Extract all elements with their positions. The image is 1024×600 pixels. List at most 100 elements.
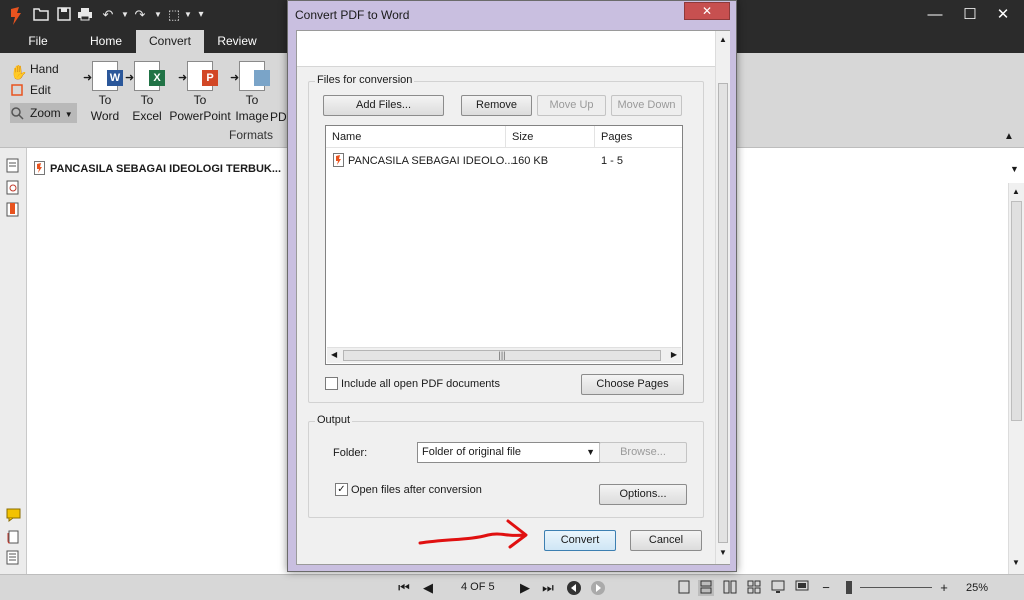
dialog-close-button[interactable]: ✕ xyxy=(684,2,730,20)
previous-view-icon[interactable] xyxy=(566,580,582,596)
hand-tool-button[interactable]: ✋ Hand xyxy=(10,59,59,80)
edit-icon xyxy=(10,83,26,99)
single-page-icon[interactable] xyxy=(676,580,692,596)
to-powerpoint-button[interactable]: ➜ P To PowerPoint xyxy=(168,59,232,125)
tab-file[interactable]: File xyxy=(14,30,62,53)
tab-home[interactable]: Home xyxy=(80,30,132,53)
folder-select[interactable]: Folder of original file ▼ xyxy=(417,442,600,463)
workspace-scrollbar[interactable]: ▲ ▼ xyxy=(1008,183,1024,574)
open-after-conversion-label[interactable]: Open files after conversion xyxy=(351,484,482,496)
attachment-panel-icon[interactable] xyxy=(6,529,21,545)
next-page-icon[interactable]: ▶ xyxy=(517,580,533,596)
to-word-label-2: Word xyxy=(90,109,120,123)
layers-panel-icon[interactable] xyxy=(6,550,21,566)
zoom-label: Zoom xyxy=(30,106,61,120)
folder-label: Folder: xyxy=(333,447,368,459)
zoom-out-icon[interactable]: − xyxy=(818,580,834,596)
add-files-button[interactable]: Add Files... xyxy=(323,95,444,116)
scroll-thumb[interactable] xyxy=(1011,201,1022,421)
dropdown-arrow-icon[interactable]: ▼ xyxy=(117,7,133,23)
files-list[interactable]: Name Size Pages PANCASILA SEBAGAI IDEOLO… xyxy=(325,125,683,365)
pdf-file-icon xyxy=(333,153,344,167)
dialog-body: Files for conversion Add Files... Remove… xyxy=(296,30,730,565)
redo-icon[interactable]: ↷ xyxy=(132,7,148,23)
move-up-button[interactable]: Move Up xyxy=(537,95,606,116)
to-powerpoint-label-1: To xyxy=(193,93,207,107)
red-arrow-annotation xyxy=(418,519,528,549)
save-icon[interactable] xyxy=(56,7,72,23)
move-down-button[interactable]: Move Down xyxy=(611,95,682,116)
tab-list-dropdown-icon[interactable]: ▼ xyxy=(1010,164,1019,174)
options-button[interactable]: Options... xyxy=(599,484,687,505)
to-word-button[interactable]: ➜ W To Word xyxy=(81,59,129,125)
scroll-down-icon[interactable]: ▼ xyxy=(1012,558,1020,567)
column-header-pages[interactable]: Pages xyxy=(595,126,682,148)
pages-panel-icon[interactable] xyxy=(6,158,21,174)
to-image-button[interactable]: ➜ To Image xyxy=(228,59,276,125)
table-row[interactable]: PANCASILA SEBAGAI IDEOLO... 160 KB 1 - 5 xyxy=(326,152,682,170)
to-excel-label-1: To xyxy=(140,93,154,107)
output-group-title: Output xyxy=(315,414,353,426)
bookmark-panel-icon[interactable] xyxy=(6,202,21,218)
collapse-ribbon-icon[interactable]: ▲ xyxy=(1004,131,1014,142)
status-bar: ⏮ ◀ 4 OF 5 ▶ ⏭ − + 25% xyxy=(0,574,1024,600)
column-header-name[interactable]: Name xyxy=(326,126,506,148)
dropdown-arrow-icon[interactable]: ▼ xyxy=(150,7,166,23)
convert-button[interactable]: Convert xyxy=(544,530,616,551)
column-header-size[interactable]: Size xyxy=(506,126,595,148)
choose-pages-button[interactable]: Choose Pages xyxy=(581,374,684,395)
scroll-right-icon[interactable]: ▶ xyxy=(671,350,677,359)
close-window-button[interactable]: ✕ xyxy=(988,4,1018,26)
zoom-level[interactable]: 25% xyxy=(966,582,988,594)
scroll-up-icon[interactable]: ▲ xyxy=(719,35,727,44)
zoom-slider-track[interactable] xyxy=(860,587,932,588)
scroll-down-icon[interactable]: ▼ xyxy=(719,548,727,557)
browse-button[interactable]: Browse... xyxy=(599,442,687,463)
files-list-hscrollbar[interactable]: ◀ ||| ▶ xyxy=(327,347,681,363)
dialog-top-panel xyxy=(297,31,715,67)
chevron-down-icon: ▼ xyxy=(586,447,595,457)
include-all-label[interactable]: Include all open PDF documents xyxy=(341,378,500,390)
print-icon[interactable] xyxy=(77,7,93,23)
tab-convert[interactable]: Convert xyxy=(136,30,204,53)
zoom-in-icon[interactable]: + xyxy=(936,580,952,596)
hscroll-thumb[interactable]: ||| xyxy=(343,350,661,361)
maximize-button[interactable]: ☐ xyxy=(955,4,985,26)
hand-label: Hand xyxy=(30,62,59,76)
continuous-page-icon[interactable] xyxy=(698,580,714,596)
previous-page-icon[interactable]: ◀ xyxy=(420,580,436,596)
open-after-conversion-checkbox[interactable]: ✓ xyxy=(335,483,348,496)
minimize-button[interactable]: — xyxy=(920,4,950,26)
scroll-up-icon[interactable]: ▲ xyxy=(1012,187,1020,196)
continuous-facing-icon[interactable] xyxy=(746,580,762,596)
fit-width-icon[interactable] xyxy=(794,580,810,596)
remove-button[interactable]: Remove xyxy=(461,95,532,116)
file-pages-cell: 1 - 5 xyxy=(601,155,624,167)
comment-panel-icon[interactable] xyxy=(6,508,21,524)
dialog-title: Convert PDF to Word xyxy=(295,8,410,22)
page-number-field[interactable]: 4 OF 5 xyxy=(461,581,495,593)
undo-icon[interactable]: ↶ xyxy=(100,7,116,23)
search-panel-icon[interactable] xyxy=(6,180,21,196)
facing-page-icon[interactable] xyxy=(722,580,738,596)
customize-icon[interactable]: ▾ xyxy=(193,7,209,23)
open-folder-icon[interactable] xyxy=(33,7,49,23)
fit-page-icon[interactable] xyxy=(770,580,786,596)
cancel-button[interactable]: Cancel xyxy=(630,530,702,551)
to-powerpoint-label-2: PowerPoint xyxy=(169,109,231,123)
dialog-scroll-thumb[interactable] xyxy=(718,83,728,543)
next-view-icon[interactable] xyxy=(590,580,606,596)
edit-tool-button[interactable]: Edit xyxy=(10,80,51,100)
image-doc-icon: ➜ xyxy=(230,61,270,91)
last-page-icon[interactable]: ⏭ xyxy=(540,580,556,596)
first-page-icon[interactable]: ⏮ xyxy=(396,580,412,596)
dialog-scrollbar[interactable]: ▲ ▼ xyxy=(715,31,730,564)
document-tab[interactable]: PANCASILA SEBAGAI IDEOLOGI TERBUK... xyxy=(28,155,290,183)
zoom-tool-button[interactable]: Zoom ▼ xyxy=(10,103,77,123)
zoom-slider-thumb[interactable] xyxy=(846,581,852,594)
tab-review[interactable]: Review xyxy=(208,30,266,53)
include-all-checkbox[interactable] xyxy=(325,377,338,390)
to-excel-button[interactable]: ➜ X To Excel xyxy=(123,59,171,125)
scroll-left-icon[interactable]: ◀ xyxy=(331,350,337,359)
to-pdf-button[interactable]: PD xyxy=(270,59,288,125)
